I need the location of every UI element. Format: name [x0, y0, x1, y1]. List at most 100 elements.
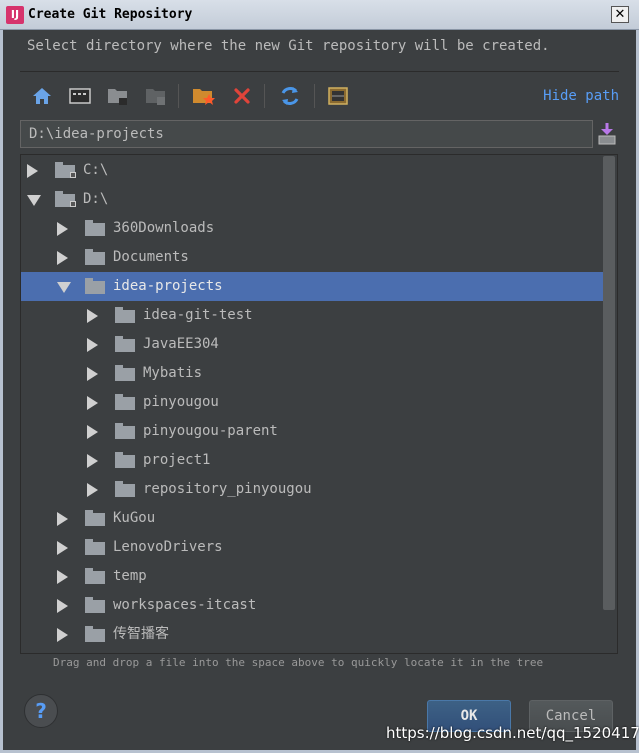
intellij-app-icon: IJ [6, 6, 24, 24]
tree-row-label: 360Downloads [113, 220, 215, 236]
folder-icon [85, 510, 105, 526]
tree-row[interactable]: idea-git-test [21, 301, 603, 330]
tree-row-label: idea-projects [113, 278, 223, 294]
tree-row[interactable]: 传智播客 [21, 620, 603, 649]
tree-row-label: Mybatis [143, 365, 203, 381]
desktop-button[interactable] [66, 82, 94, 110]
tree-row-label: JavaEE304 [143, 336, 219, 352]
path-history-button[interactable] [597, 122, 617, 146]
expand-arrow-icon[interactable] [57, 222, 68, 236]
expand-arrow-icon[interactable] [27, 164, 38, 178]
tree-row[interactable]: workspaces-itcast [21, 591, 603, 620]
tree-scrollbar[interactable] [603, 156, 615, 610]
tree-row-label: pinyougou-parent [143, 423, 278, 439]
tree-row[interactable]: D:\ [21, 185, 603, 214]
tree-row-label: 软件 [113, 649, 141, 653]
tree-row-label: KuGou [113, 510, 156, 526]
toolbar [26, 80, 606, 112]
toolbar-separator [264, 84, 265, 108]
expand-arrow-icon[interactable] [57, 512, 68, 526]
close-button[interactable]: ✕ [611, 6, 629, 23]
tree-row-label: D:\ [83, 191, 109, 207]
new-folder-button[interactable] [190, 82, 218, 110]
expand-arrow-icon[interactable] [57, 570, 68, 584]
folder-icon [115, 481, 135, 497]
expand-arrow-icon[interactable] [57, 541, 68, 555]
folder-icon [115, 423, 135, 439]
tree-row[interactable]: temp [21, 562, 603, 591]
folder-icon [85, 278, 105, 294]
delete-icon [234, 88, 250, 104]
expand-arrow-icon[interactable] [57, 599, 68, 613]
folder-icon [115, 307, 135, 323]
tree-row[interactable]: pinyougou [21, 388, 603, 417]
lock-icon [70, 201, 76, 207]
tree-row[interactable]: 软件 [21, 649, 603, 653]
folder-icon [85, 626, 105, 642]
divider [20, 71, 619, 72]
watermark-text: https://blog.csdn.net/qq_15204179 [386, 724, 639, 742]
help-button[interactable]: ? [24, 694, 58, 728]
home-icon [33, 88, 51, 104]
tree-row[interactable]: Documents [21, 243, 603, 272]
download-path-icon [598, 123, 616, 145]
delete-button[interactable] [228, 82, 256, 110]
show-hidden-button[interactable] [324, 82, 352, 110]
tree-row-label: temp [113, 568, 147, 584]
lock-icon [70, 172, 76, 178]
expand-arrow-icon[interactable] [87, 338, 98, 352]
tree-row-label: idea-git-test [143, 307, 253, 323]
expand-arrow-icon[interactable] [57, 251, 68, 265]
folder-icon [115, 365, 135, 381]
tree-row[interactable]: project1 [21, 446, 603, 475]
tree-row-label: workspaces-itcast [113, 597, 257, 613]
new-folder-icon [193, 89, 215, 105]
expand-arrow-icon[interactable] [87, 309, 98, 323]
folder-icon [115, 336, 135, 352]
tree-row[interactable]: repository_pinyougou [21, 475, 603, 504]
project-folder-button[interactable] [104, 82, 132, 110]
tree-row-label: C:\ [83, 162, 109, 178]
folder-icon [85, 220, 105, 236]
refresh-icon [281, 87, 299, 105]
tree-row[interactable]: C:\ [21, 156, 603, 185]
toolbar-separator [178, 84, 179, 108]
collapse-arrow-icon[interactable] [57, 282, 71, 293]
project-folder-icon [108, 89, 127, 105]
expand-arrow-icon[interactable] [87, 425, 98, 439]
folder-icon [85, 568, 105, 584]
expand-arrow-icon[interactable] [87, 454, 98, 468]
path-input[interactable]: D:\idea-projects [20, 120, 593, 148]
expand-arrow-icon[interactable] [87, 483, 98, 497]
tree-row-label: 传智播客 [113, 626, 169, 642]
expand-arrow-icon[interactable] [87, 396, 98, 410]
drive-icon [55, 162, 76, 178]
expand-arrow-icon[interactable] [57, 628, 68, 642]
hide-path-link[interactable]: Hide path [543, 88, 619, 104]
window-title: Create Git Repository [28, 7, 193, 22]
expand-arrow-icon[interactable] [87, 367, 98, 381]
directory-tree[interactable]: C:\ D:\ 360Downloads Documents idea-projects… [20, 154, 618, 654]
collapse-arrow-icon[interactable] [27, 195, 41, 206]
drag-drop-hint: Drag and drop a file into the space abov… [53, 656, 544, 669]
tree-row[interactable]: JavaEE304 [21, 330, 603, 359]
folder-icon [115, 394, 135, 410]
tree-row[interactable]: Mybatis [21, 359, 603, 388]
home-button[interactable] [28, 82, 56, 110]
module-folder-icon [146, 89, 165, 105]
tree-row[interactable]: idea-projects [21, 272, 603, 301]
tree-row[interactable]: pinyougou-parent [21, 417, 603, 446]
toolbar-separator [314, 84, 315, 108]
drive-icon [55, 191, 76, 207]
tree-row-label: pinyougou [143, 394, 219, 410]
tree-row-label: Documents [113, 249, 189, 265]
tree-row[interactable]: LenovoDrivers [21, 533, 603, 562]
folder-icon [85, 249, 105, 265]
tree-row-label: repository_pinyougou [143, 481, 312, 497]
tree-row[interactable]: KuGou [21, 504, 603, 533]
title-bar: IJ Create Git Repository ✕ [0, 0, 639, 30]
tree-row[interactable]: 360Downloads [21, 214, 603, 243]
show-hidden-icon [328, 87, 348, 105]
module-folder-button[interactable] [142, 82, 170, 110]
refresh-button[interactable] [276, 82, 304, 110]
